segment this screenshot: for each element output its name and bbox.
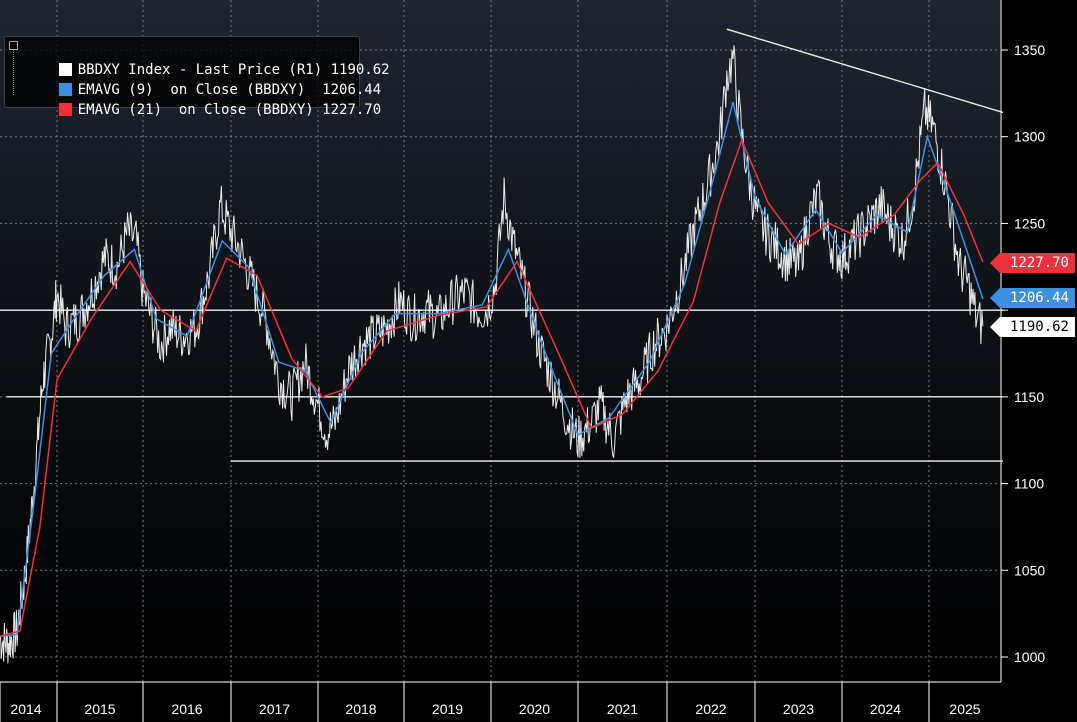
x-tick-label: 2017 [259,701,290,717]
x-tick-label: 2014 [10,701,41,717]
y-tick-label: 1000 [1014,649,1045,665]
x-tick-label: 2024 [870,701,901,717]
y-tick-label: 1100 [1014,476,1044,492]
legend-label: EMAVG (21) on Close (BBDXY) 1227.70 [77,102,382,118]
y-ticks: 1000 1050 1100 1150 1250 1300 1350 [1001,42,1045,665]
x-tick-label: 2015 [84,701,115,717]
last-price-tag: 1190.62 [989,317,1075,337]
legend-item-last-price[interactable]: BBDXY Index - Last Price (R1) 1190.62 [25,43,390,78]
x-tick-label: 2023 [783,701,814,717]
x-tick-label: 2018 [345,701,376,717]
x-tick-label: 2016 [171,701,202,717]
x-tick-label: 2025 [949,701,980,717]
ema21-price-tag: 1227.70 [989,253,1075,273]
x-tick-label: 2020 [519,701,550,717]
legend-item-ema9[interactable]: EMAVG (9) on Close (BBDXY) 1206.44 [25,63,381,98]
y-tick-label: 1300 [1014,129,1045,145]
y-tick-label: 1250 [1014,215,1045,231]
y-tick-label: 1350 [1014,42,1045,58]
legend-swatch-red [58,103,72,116]
legend-item-ema21[interactable]: EMAVG (21) on Close (BBDXY) 1227.70 [25,83,381,118]
x-tick-label: 2021 [607,701,638,717]
y-tick-label: 1050 [1014,562,1045,578]
legend-collapse-icon[interactable] [9,41,18,50]
ema9-price-tag: 1206.44 [989,288,1075,308]
x-ticks: 2014 2015 2016 2017 2018 2019 2020 2021 2022 2023… [0,682,981,722]
legend-tree-line [13,47,20,95]
legend[interactable]: BBDXY Index - Last Price (R1) 1190.62 EM… [4,36,390,118]
x-tick-label: 2022 [695,701,726,717]
x-tick-label: 2019 [432,701,463,717]
y-tick-label: 1150 [1014,389,1044,405]
